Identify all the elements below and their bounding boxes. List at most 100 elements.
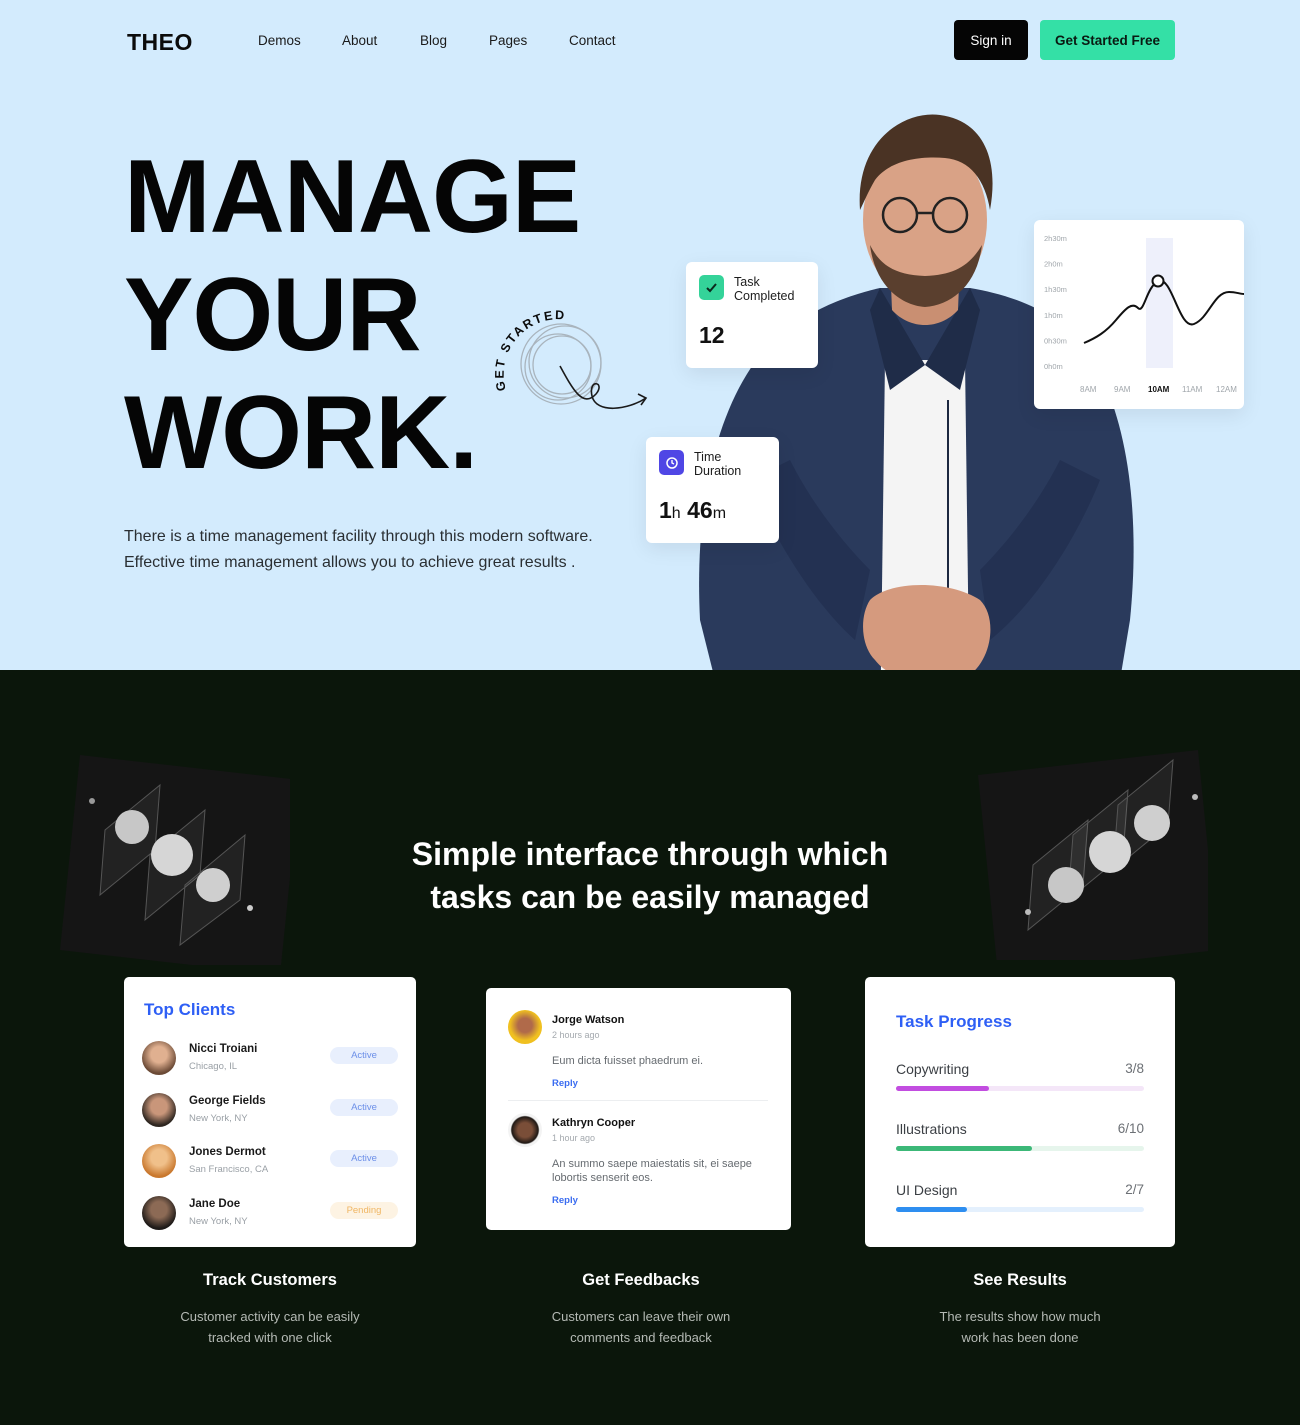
feature-description: The results show how much work has been d… bbox=[870, 1306, 1170, 1348]
nav-link-demos[interactable]: Demos bbox=[258, 33, 301, 48]
task-completed-value: 12 bbox=[699, 322, 725, 348]
subtext-line: There is a time management facility thro… bbox=[124, 528, 593, 545]
label-line: Task bbox=[734, 275, 760, 289]
client-row[interactable]: Nicci Troiani Chicago, IL Active bbox=[142, 1041, 402, 1081]
feedback-author: Kathryn Cooper bbox=[552, 1117, 636, 1129]
nav-link-contact[interactable]: Contact bbox=[569, 33, 616, 48]
avatar bbox=[142, 1196, 176, 1230]
progress-bar-fill bbox=[896, 1207, 967, 1212]
progress-value: 6/10 bbox=[1117, 1121, 1144, 1136]
description-line: tracked with one click bbox=[208, 1330, 332, 1345]
active-column-highlight bbox=[1146, 238, 1173, 368]
client-row[interactable]: George Fields New York, NY Active bbox=[142, 1093, 402, 1133]
feedback-message: An summo saepe maiestatis sit, ei saepe … bbox=[552, 1158, 752, 1184]
divider bbox=[508, 1100, 768, 1101]
status-badge: Active bbox=[330, 1047, 398, 1064]
x-tick-label: 12AM bbox=[1216, 385, 1237, 394]
client-location: New York, NY bbox=[189, 1113, 248, 1124]
top-clients-title: Top Clients bbox=[144, 1000, 236, 1019]
client-row[interactable]: Jane Doe New York, NY Pending bbox=[142, 1196, 402, 1236]
man-portrait-image bbox=[699, 114, 1134, 740]
progress-item: Illustrations 6/10 bbox=[896, 1121, 1144, 1151]
time-duration-card: Time Duration 1h 46m bbox=[646, 437, 779, 543]
feature-title: Track Customers bbox=[203, 1271, 337, 1289]
chart-active-point[interactable] bbox=[1151, 274, 1165, 288]
feature-title: Get Feedbacks bbox=[582, 1271, 700, 1289]
sign-in-button[interactable]: Sign in bbox=[954, 20, 1028, 60]
reply-link[interactable]: Reply bbox=[552, 1078, 578, 1089]
label-line: Time bbox=[694, 450, 722, 464]
client-name: Jones Dermot bbox=[189, 1146, 266, 1158]
features-heading: Simple interface through which tasks can… bbox=[350, 833, 950, 919]
x-tick-label: 10AM bbox=[1148, 385, 1170, 394]
progress-track bbox=[896, 1086, 1144, 1091]
progress-track bbox=[896, 1207, 1144, 1212]
time-duration-label: Time Duration bbox=[694, 450, 774, 478]
logo[interactable]: THEO bbox=[127, 29, 193, 56]
client-name: Nicci Troiani bbox=[189, 1043, 258, 1055]
feedback-message: Eum dicta fuisset phaedrum ei. bbox=[552, 1055, 704, 1067]
minutes-value: 46 bbox=[687, 497, 713, 523]
progress-label: UI Design bbox=[896, 1182, 958, 1198]
nav-link-pages[interactable]: Pages bbox=[489, 33, 527, 48]
y-tick-label: 0h0m bbox=[1044, 362, 1063, 371]
task-progress-panel: Task Progress Copywriting 3/8 Illustrati… bbox=[865, 977, 1175, 1247]
headline-line: MANAGE bbox=[124, 139, 581, 255]
x-tick-label: 9AM bbox=[1114, 385, 1131, 394]
avatar bbox=[508, 1010, 542, 1044]
feedback-author: Jorge Watson bbox=[552, 1014, 625, 1026]
progress-value: 3/8 bbox=[1125, 1061, 1144, 1076]
client-name: George Fields bbox=[189, 1095, 266, 1107]
y-tick-label: 2h0m bbox=[1044, 260, 1063, 269]
y-tick-label: 1h30m bbox=[1044, 285, 1067, 294]
y-tick-label: 2h30m bbox=[1044, 234, 1067, 243]
status-badge: Active bbox=[330, 1150, 398, 1167]
feedbacks-panel: Jorge Watson 2 hours ago Eum dicta fuiss… bbox=[486, 988, 791, 1230]
get-started-free-button[interactable]: Get Started Free bbox=[1040, 20, 1175, 60]
avatar bbox=[142, 1093, 176, 1127]
avatar bbox=[508, 1113, 542, 1147]
feature-see-results: See Results The results show how much wor… bbox=[870, 1271, 1170, 1348]
client-location: San Francisco, CA bbox=[189, 1164, 269, 1175]
avatar bbox=[142, 1041, 176, 1075]
client-location: Chicago, IL bbox=[189, 1061, 238, 1072]
label-line: Duration bbox=[694, 464, 742, 478]
minutes-unit: m bbox=[712, 505, 727, 522]
get-started-badge[interactable]: GET STARTED bbox=[488, 298, 658, 423]
hero-subtext: There is a time management facility thro… bbox=[124, 524, 644, 576]
time-line-chart: 2h30m 2h0m 1h30m 1h0m 0h30m 0h0m 8AM 9AM 10AM 11… bbox=[1044, 234, 1245, 394]
description-line: Customers can leave their own bbox=[551, 1309, 731, 1324]
feature-description: Customer activity can be easily tracked w… bbox=[120, 1306, 420, 1348]
progress-item: UI Design 2/7 bbox=[896, 1182, 1144, 1212]
x-tick-label: 8AM bbox=[1080, 385, 1097, 394]
task-completed-card: Task Completed 12 bbox=[686, 262, 818, 368]
client-location: New York, NY bbox=[189, 1216, 248, 1227]
task-completed-label: Task Completed bbox=[734, 275, 814, 303]
glass-spheres-decoration-left bbox=[60, 755, 290, 965]
feedback-time: 2 hours ago bbox=[552, 1030, 600, 1040]
reply-link[interactable]: Reply bbox=[552, 1195, 578, 1206]
progress-track bbox=[896, 1146, 1144, 1151]
status-badge: Pending bbox=[330, 1202, 398, 1219]
nav-link-blog[interactable]: Blog bbox=[420, 33, 447, 48]
glass-spheres-decoration-right bbox=[978, 750, 1208, 960]
avatar bbox=[142, 1144, 176, 1178]
clock-icon bbox=[659, 450, 684, 475]
time-duration-value: 1h 46m bbox=[659, 497, 726, 524]
heading-line: Simple interface through which bbox=[411, 836, 889, 872]
description-line: The results show how much bbox=[939, 1309, 1101, 1324]
feedback-time: 1 hour ago bbox=[552, 1133, 596, 1143]
client-row[interactable]: Jones Dermot San Francisco, CA Active bbox=[142, 1144, 402, 1184]
progress-item: Copywriting 3/8 bbox=[896, 1061, 1144, 1091]
feature-title: See Results bbox=[973, 1271, 1067, 1289]
hours-unit: h bbox=[671, 505, 681, 522]
client-name: Jane Doe bbox=[189, 1198, 241, 1210]
progress-label: Copywriting bbox=[896, 1061, 970, 1077]
description-line: work has been done bbox=[961, 1330, 1079, 1345]
progress-bar-fill bbox=[896, 1086, 989, 1091]
progress-bar-fill bbox=[896, 1146, 1033, 1151]
nav-link-about[interactable]: About bbox=[342, 33, 377, 48]
progress-label: Illustrations bbox=[896, 1121, 967, 1137]
check-icon bbox=[699, 275, 724, 300]
feature-get-feedbacks: Get Feedbacks Customers can leave their … bbox=[491, 1271, 791, 1348]
